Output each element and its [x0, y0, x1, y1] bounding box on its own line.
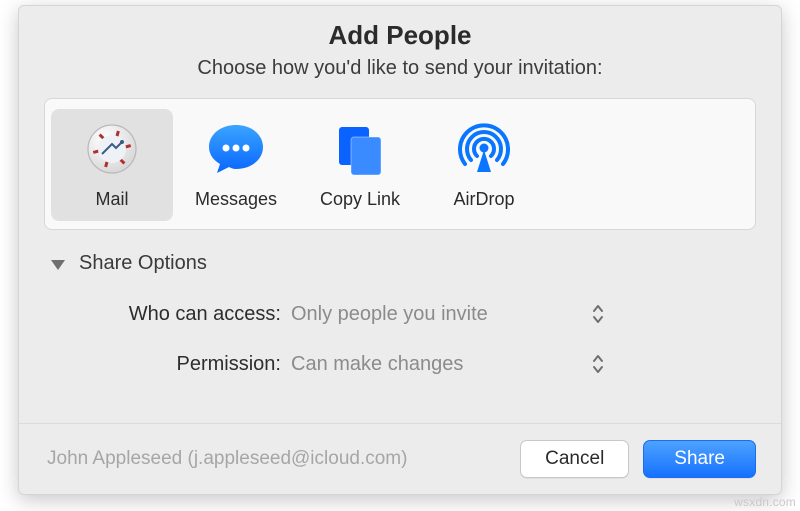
who-can-access-popup[interactable]: Only people you invite: [287, 298, 607, 330]
up-down-chevron-icon: [589, 301, 607, 327]
share-options-heading: Share Options: [79, 252, 207, 275]
share-method-copy-link[interactable]: Copy Link: [299, 109, 421, 221]
share-method-label: Copy Link: [320, 189, 400, 210]
share-method-airdrop[interactable]: AirDrop: [423, 109, 545, 221]
share-method-label: Mail: [95, 189, 128, 210]
permission-popup[interactable]: Can make changes: [287, 348, 607, 380]
permission-row: Permission: Can make changes: [19, 343, 781, 385]
copy-link-icon: [328, 117, 392, 181]
cancel-button[interactable]: Cancel: [520, 440, 629, 478]
who-can-access-value: Only people you invite: [287, 303, 488, 326]
share-method-messages[interactable]: Messages: [175, 109, 297, 221]
add-people-dialog: Add People Choose how you'd like to send…: [18, 5, 782, 495]
watermark: wsxdn.com: [734, 495, 796, 509]
who-can-access-label: Who can access:: [19, 303, 287, 326]
share-options-panel: Who can access: Only people you invite P…: [19, 293, 781, 393]
disclosure-triangle-icon: [51, 260, 65, 270]
who-can-access-row: Who can access: Only people you invite: [19, 293, 781, 335]
up-down-chevron-icon: [589, 351, 607, 377]
dialog-subtitle: Choose how you'd like to send your invit…: [19, 57, 781, 80]
messages-icon: [204, 117, 268, 181]
share-button[interactable]: Share: [643, 440, 756, 478]
permission-value: Can make changes: [287, 353, 463, 376]
sharer-identity: John Appleseed (j.appleseed@icloud.com): [47, 448, 506, 470]
mail-icon: [80, 117, 144, 181]
share-method-label: AirDrop: [453, 189, 514, 210]
dialog-footer: John Appleseed (j.appleseed@icloud.com) …: [19, 423, 781, 494]
permission-label: Permission:: [19, 353, 287, 376]
share-method-label: Messages: [195, 189, 277, 210]
airdrop-icon: [452, 117, 516, 181]
share-method-mail[interactable]: Mail: [51, 109, 173, 221]
dialog-title: Add People: [19, 20, 781, 51]
share-options-disclosure[interactable]: Share Options: [51, 252, 781, 275]
share-method-row: Mail Messages: [44, 98, 756, 230]
